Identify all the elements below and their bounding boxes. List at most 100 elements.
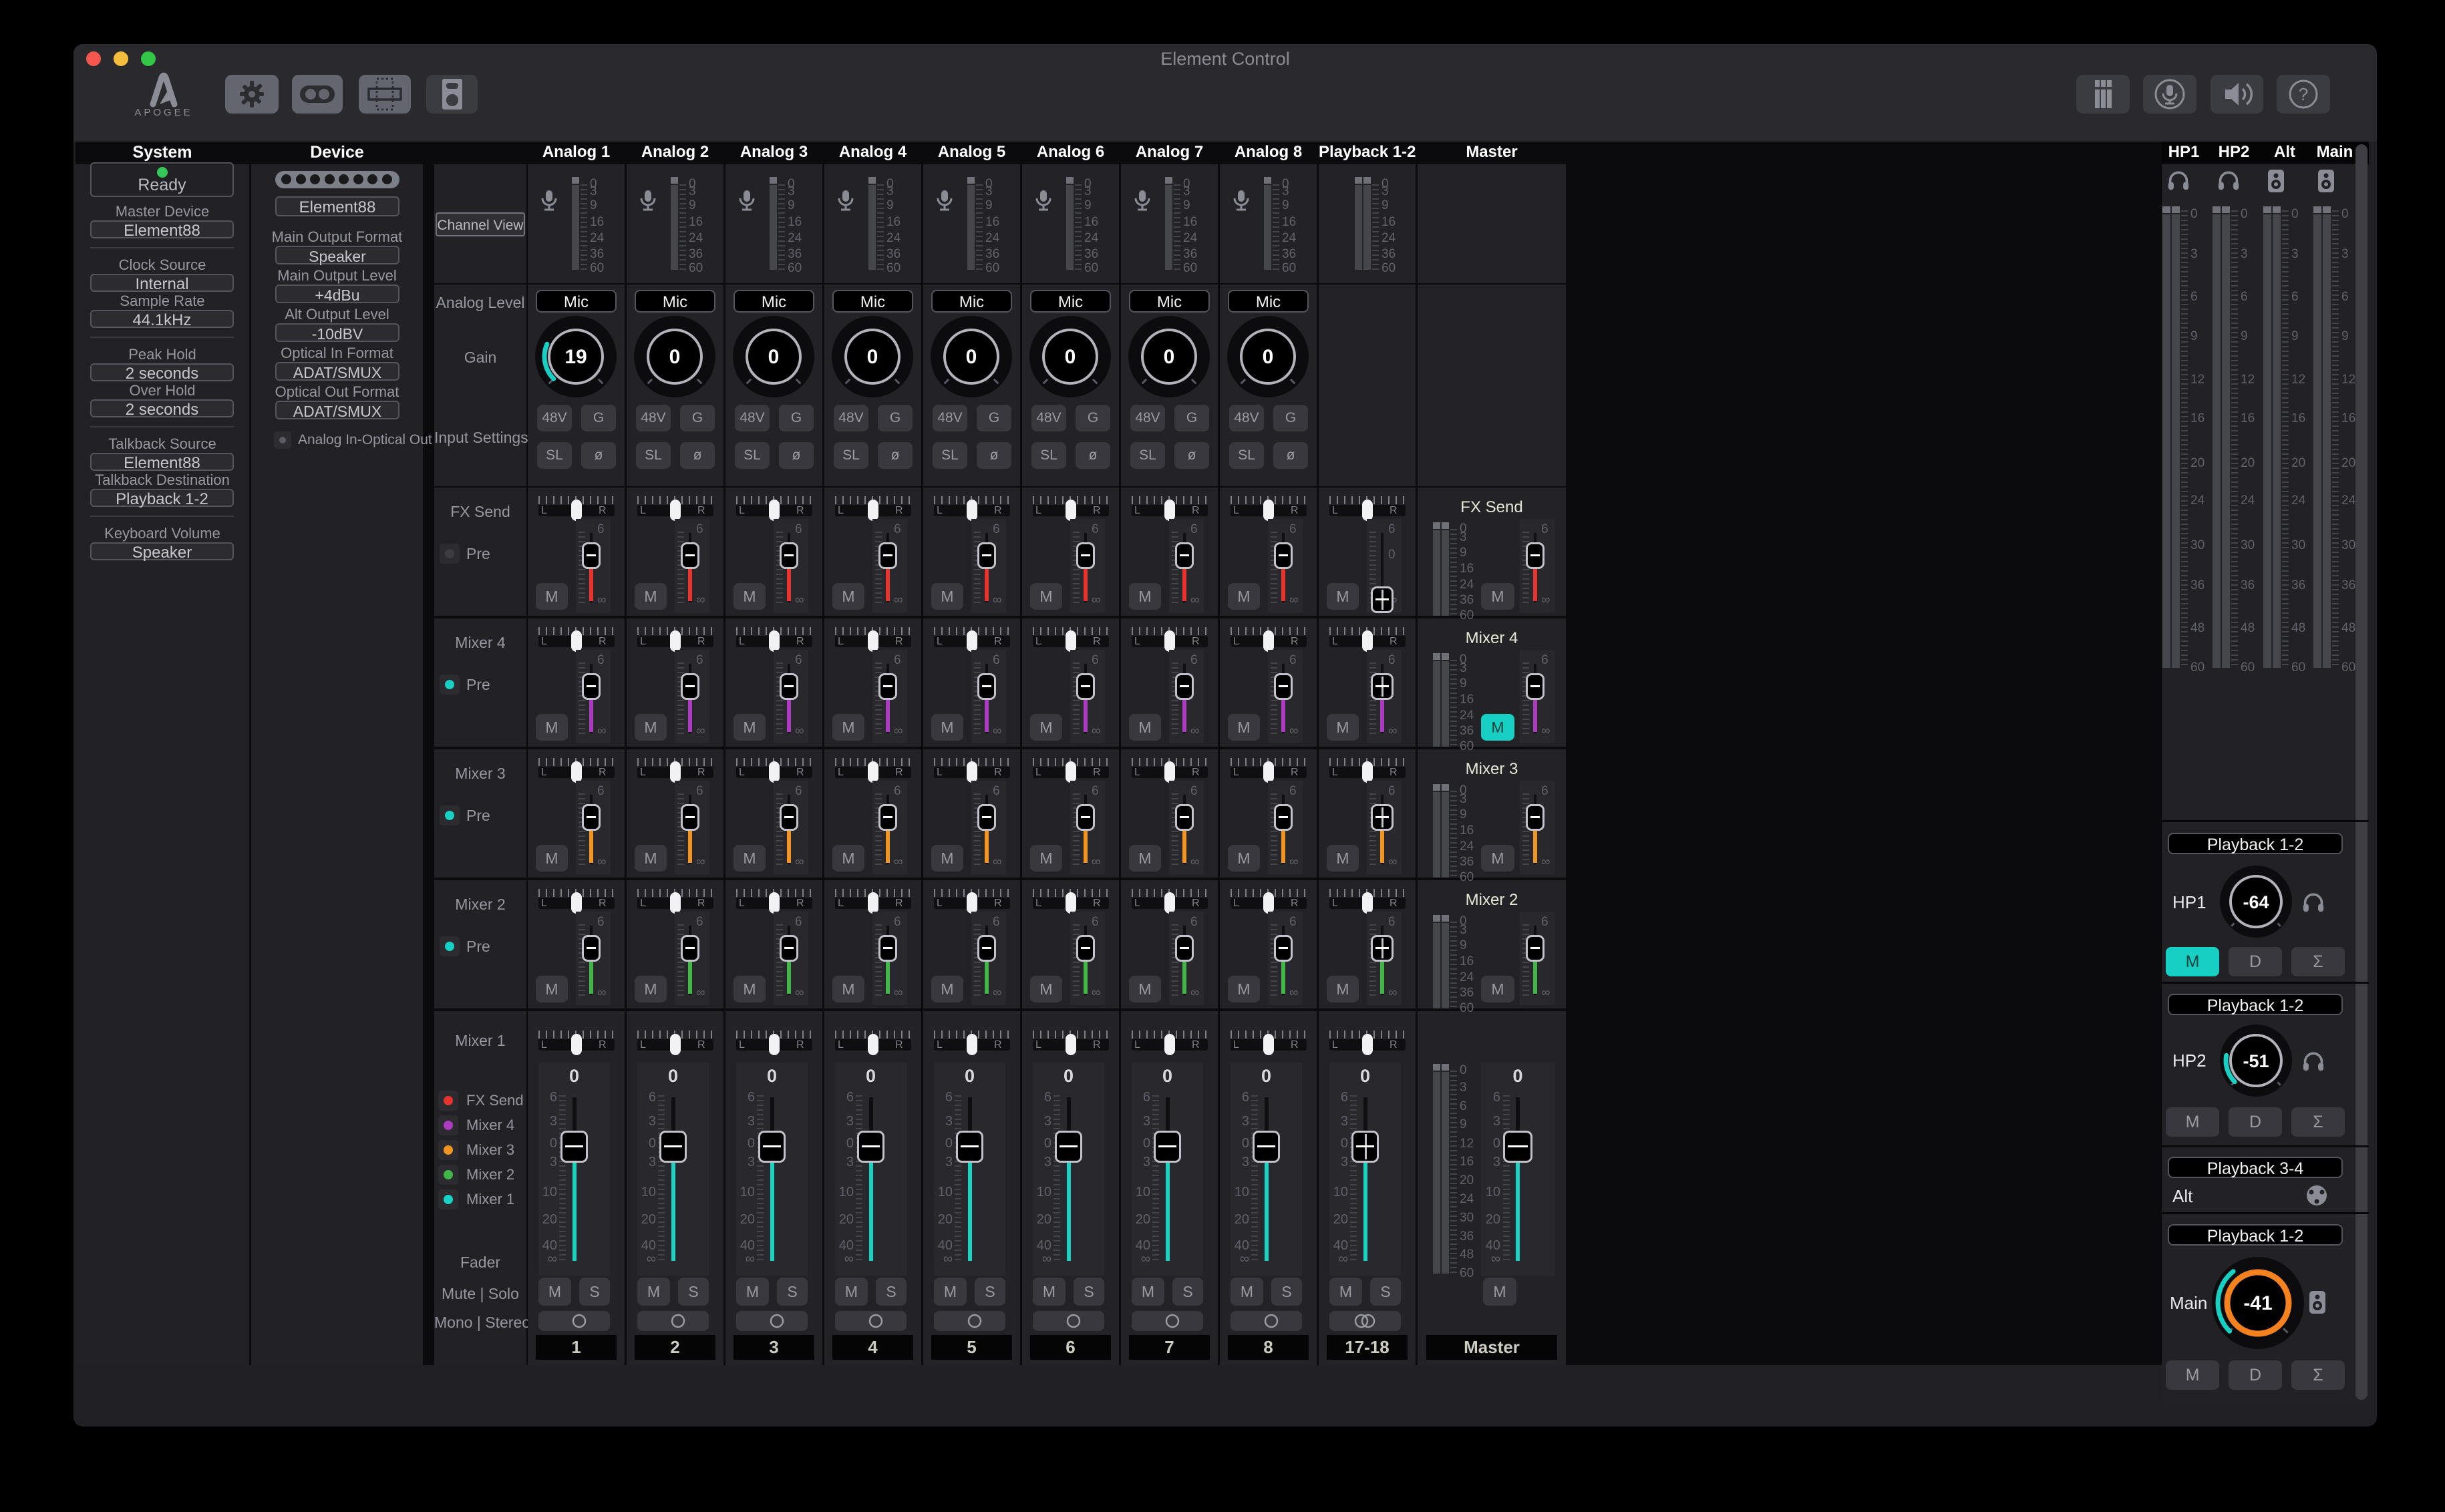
monitor-dim-button[interactable]: D bbox=[2229, 947, 2282, 976]
mixer1-pan-handle[interactable] bbox=[1362, 1034, 1373, 1055]
phantom-48v-button[interactable]: 48V bbox=[1031, 405, 1066, 431]
mixer1-pan-handle[interactable] bbox=[670, 1034, 681, 1055]
mute-button[interactable]: M bbox=[1033, 1278, 1066, 1306]
gain-knob[interactable]: 0 bbox=[831, 315, 914, 398]
polarity-button[interactable]: ø bbox=[1076, 442, 1110, 469]
group-button[interactable]: G bbox=[977, 405, 1011, 431]
analog-level-select[interactable]: Mic bbox=[1030, 290, 1111, 313]
send-fader-handle[interactable] bbox=[977, 935, 996, 962]
system-field-value[interactable]: Speaker bbox=[90, 542, 234, 560]
send-fader-handle[interactable] bbox=[780, 804, 798, 831]
fader-handle[interactable] bbox=[1055, 1131, 1082, 1163]
send-fader-handle[interactable] bbox=[878, 542, 897, 569]
send-fader-handle[interactable] bbox=[1076, 673, 1095, 700]
soft-limit-button[interactable]: SL bbox=[933, 442, 967, 469]
send-mute-button[interactable]: M bbox=[1129, 976, 1161, 1002]
send-pan-handle[interactable] bbox=[1164, 500, 1175, 521]
send-mute-button[interactable]: M bbox=[1327, 714, 1359, 741]
mixer1-pan-handle[interactable] bbox=[769, 1034, 780, 1055]
send-fader-handle[interactable] bbox=[1371, 935, 1394, 962]
mono-button[interactable] bbox=[934, 1311, 1005, 1331]
send-mute-button[interactable]: M bbox=[536, 583, 568, 610]
mixer1-pan-handle[interactable] bbox=[967, 1034, 977, 1055]
send-fader-handle[interactable] bbox=[878, 673, 897, 700]
send-fader-handle[interactable] bbox=[977, 673, 996, 700]
mono-button[interactable] bbox=[736, 1311, 808, 1331]
send-fader-handle[interactable] bbox=[878, 935, 897, 962]
master-send-mute-button[interactable]: M bbox=[1481, 583, 1514, 610]
fader-handle[interactable] bbox=[857, 1131, 884, 1163]
send-pan-handle[interactable] bbox=[1263, 761, 1274, 783]
send-mute-button[interactable]: M bbox=[931, 583, 963, 610]
send-fader-handle[interactable] bbox=[780, 935, 798, 962]
soft-limit-button[interactable]: SL bbox=[735, 442, 770, 469]
mute-button[interactable]: M bbox=[637, 1278, 670, 1306]
send-fader-handle[interactable] bbox=[1274, 935, 1293, 962]
master-send-mute-button[interactable]: M bbox=[1481, 714, 1514, 741]
mixer1-pan-handle[interactable] bbox=[571, 1034, 582, 1055]
send-mute-button[interactable]: M bbox=[931, 976, 963, 1002]
master-fader-handle[interactable] bbox=[1503, 1131, 1532, 1163]
send-fader-handle[interactable] bbox=[1526, 935, 1544, 962]
gain-knob[interactable]: 0 bbox=[732, 315, 815, 398]
analog-level-select[interactable]: Mic bbox=[1228, 290, 1309, 313]
send-pan-handle[interactable] bbox=[571, 761, 582, 783]
group-button[interactable]: G bbox=[1076, 405, 1110, 431]
mixer1-pan-handle[interactable] bbox=[1164, 1034, 1175, 1055]
send-fader-handle[interactable] bbox=[1076, 804, 1095, 831]
send-pan-handle[interactable] bbox=[769, 761, 780, 783]
send-mute-button[interactable]: M bbox=[931, 845, 963, 872]
send-pan-handle[interactable] bbox=[1066, 630, 1076, 652]
send-pan-handle[interactable] bbox=[769, 630, 780, 652]
stereo-link-button[interactable] bbox=[1329, 1311, 1401, 1331]
send-fader-handle[interactable] bbox=[1526, 804, 1544, 831]
device-field-value[interactable]: -10dBV bbox=[275, 323, 399, 342]
send-mute-button[interactable]: M bbox=[931, 714, 963, 741]
analog-level-select[interactable]: Mic bbox=[1129, 290, 1210, 313]
device-field-value[interactable]: +4dBu bbox=[275, 285, 399, 303]
phantom-48v-button[interactable]: 48V bbox=[735, 405, 770, 431]
send-mute-button[interactable]: M bbox=[1030, 583, 1062, 610]
analog-level-select[interactable]: Mic bbox=[931, 290, 1012, 313]
send-pan-handle[interactable] bbox=[1066, 500, 1076, 521]
fader-handle[interactable] bbox=[758, 1131, 786, 1163]
monitor-mute-button[interactable]: M bbox=[2166, 947, 2219, 976]
monitor-sum-button[interactable]: Σ bbox=[2291, 947, 2345, 976]
send-pan-handle[interactable] bbox=[769, 500, 780, 521]
mono-button[interactable] bbox=[1132, 1311, 1203, 1331]
main-level-knob[interactable]: -41 bbox=[2211, 1256, 2305, 1350]
system-field-value[interactable]: 44.1kHz bbox=[90, 310, 234, 328]
send-pan-handle[interactable] bbox=[1362, 500, 1373, 521]
send-mute-button[interactable]: M bbox=[832, 583, 864, 610]
analog-level-select[interactable]: Mic bbox=[536, 290, 617, 313]
send-pan-handle[interactable] bbox=[1263, 500, 1274, 521]
send-fader-handle[interactable] bbox=[1274, 804, 1293, 831]
gain-knob[interactable]: 19 bbox=[534, 315, 617, 398]
phantom-48v-button[interactable]: 48V bbox=[537, 405, 572, 431]
send-fader-handle[interactable] bbox=[681, 542, 699, 569]
talkback-mic-button[interactable] bbox=[2143, 75, 2196, 114]
send-fader-handle[interactable] bbox=[878, 804, 897, 831]
gain-knob[interactable]: 0 bbox=[1227, 315, 1309, 398]
monitor-sum-button[interactable]: Σ bbox=[2291, 1107, 2345, 1137]
solo-button[interactable]: S bbox=[1172, 1278, 1203, 1306]
phantom-48v-button[interactable]: 48V bbox=[636, 405, 671, 431]
fader-handle[interactable] bbox=[560, 1131, 588, 1163]
send-pan-handle[interactable] bbox=[1362, 892, 1373, 914]
monitor-mute-button[interactable]: M bbox=[2166, 1107, 2219, 1137]
send-mute-button[interactable]: M bbox=[832, 976, 864, 1002]
settings-gear-button[interactable] bbox=[225, 75, 279, 114]
send-mute-button[interactable]: M bbox=[1327, 583, 1359, 610]
send-mute-button[interactable]: M bbox=[734, 583, 766, 610]
send-mute-button[interactable]: M bbox=[1129, 845, 1161, 872]
mute-button[interactable]: M bbox=[1329, 1278, 1362, 1306]
hp2-level-knob[interactable]: -51 bbox=[2219, 1024, 2293, 1097]
device-field-value[interactable]: Speaker bbox=[275, 246, 399, 264]
send-pan-handle[interactable] bbox=[967, 500, 977, 521]
group-button[interactable]: G bbox=[680, 405, 715, 431]
help-button[interactable]: ? bbox=[2277, 75, 2330, 114]
send-pan-handle[interactable] bbox=[670, 892, 681, 914]
speaker-mute-button[interactable] bbox=[2211, 75, 2263, 114]
phantom-48v-button[interactable]: 48V bbox=[1229, 405, 1264, 431]
monitor-sum-button[interactable]: Σ bbox=[2291, 1360, 2345, 1390]
